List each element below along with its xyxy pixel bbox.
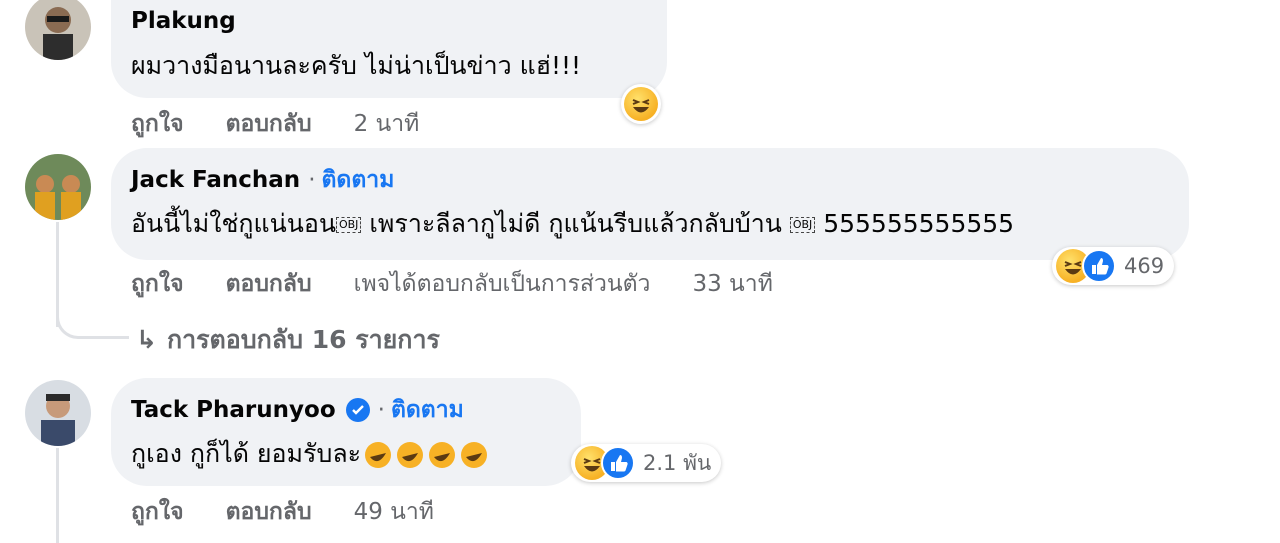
comment-actions: ถูกใจ ตอบกลับ 49 นาที xyxy=(131,494,468,530)
verified-badge-icon xyxy=(345,398,370,422)
avatar[interactable] xyxy=(25,0,91,60)
text-part: 555555555555 xyxy=(815,209,1015,238)
thread-line-curve xyxy=(56,300,129,339)
thread-line xyxy=(56,448,59,543)
rofl-icon xyxy=(395,440,425,470)
comment-bubble: Jack Fanchan · ติดตาม อันนี้ไม่ใช่กูแน่น… xyxy=(111,148,1189,260)
reply-link[interactable]: ตอบกลับ xyxy=(226,271,312,297)
timestamp[interactable]: 2 นาที xyxy=(354,111,420,137)
comment-actions: ถูกใจ ตอบกลับ 2 นาที xyxy=(131,106,453,142)
comment-text: อันนี้ไม่ใช่กูแน่นอน OBJ เพราะลีลากูไม่ดี… xyxy=(131,204,1014,244)
rofl-icon xyxy=(459,440,489,470)
obj-placeholder-icon: OBJ xyxy=(789,217,816,233)
comment-text: กูเอง กูก็ได้ ยอมรับละ xyxy=(131,434,489,474)
follow-button[interactable]: ติดตาม xyxy=(391,392,464,428)
reply-arrow-icon: ↳ xyxy=(136,325,157,354)
page-reply-note[interactable]: เพจได้ตอบกลับเป็นการส่วนตัว xyxy=(354,271,651,297)
timestamp[interactable]: 49 นาที xyxy=(354,499,434,525)
avatar[interactable] xyxy=(25,154,91,220)
comment-bubble: Tack Pharunyoo · ติดตาม กูเอง กูก็ได้ ยอ… xyxy=(111,378,581,486)
reaction-summary[interactable]: 469 xyxy=(1052,247,1175,285)
reply-link[interactable]: ตอบกลับ xyxy=(226,499,312,525)
separator-dot: · xyxy=(308,167,316,193)
text-part: เพราะลีลากูไม่ดี กูแน้นรีบแล้วกลับบ้าน xyxy=(361,209,790,238)
reply-link[interactable]: ตอบกลับ xyxy=(226,111,312,137)
separator-dot: · xyxy=(377,397,385,423)
comment-bubble: Plakung ผมวางมือนานละครับ ไม่น่าเป็นข่าว… xyxy=(111,0,667,98)
text-part: อันนี้ไม่ใช่กูแน่นอน xyxy=(131,209,336,238)
reaction-count: 2.1 พัน xyxy=(643,450,712,475)
comment-actions: ถูกใจ ตอบกลับ เพจได้ตอบกลับเป็นการส่วนตั… xyxy=(131,266,807,302)
text-part: กูเอง กูก็ได้ ยอมรับละ xyxy=(131,439,362,468)
obj-placeholder-icon: OBJ xyxy=(335,217,362,233)
like-icon xyxy=(601,446,635,480)
avatar[interactable] xyxy=(25,380,91,446)
author-name[interactable]: Plakung xyxy=(131,8,236,34)
comment-text: ผมวางมือนานละครับ ไม่น่าเป็นข่าว แฮ่!!! xyxy=(131,51,582,80)
like-link[interactable]: ถูกใจ xyxy=(131,271,184,297)
like-link[interactable]: ถูกใจ xyxy=(131,499,184,525)
like-icon xyxy=(1082,249,1116,283)
rofl-icon xyxy=(363,440,393,470)
haha-icon xyxy=(624,87,658,121)
reaction-summary[interactable]: 2.1 พัน xyxy=(571,444,722,482)
reaction-count: 469 xyxy=(1124,254,1165,278)
rofl-icon xyxy=(427,440,457,470)
reaction-summary[interactable] xyxy=(621,84,661,124)
view-replies-link[interactable]: ↳ การตอบกลับ 16 รายการ xyxy=(136,320,440,360)
replies-label: การตอบกลับ 16 รายการ xyxy=(166,325,440,354)
author-name[interactable]: Jack Fanchan xyxy=(131,167,300,193)
author-name[interactable]: Tack Pharunyoo xyxy=(131,397,336,423)
timestamp[interactable]: 33 นาที xyxy=(692,271,772,297)
follow-button[interactable]: ติดตาม xyxy=(322,162,395,198)
like-link[interactable]: ถูกใจ xyxy=(131,111,184,137)
